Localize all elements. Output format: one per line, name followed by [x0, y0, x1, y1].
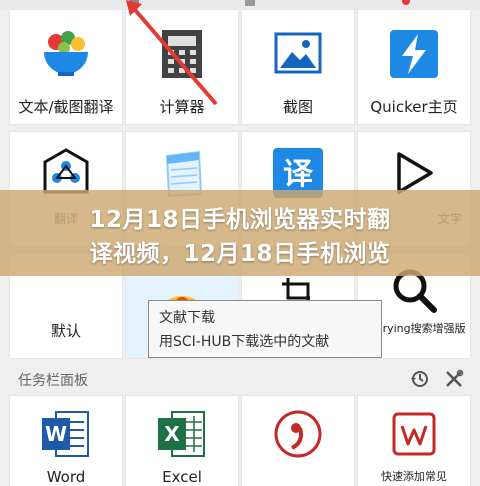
tools-icon[interactable] — [444, 369, 464, 389]
partial-icon — [245, 0, 255, 6]
tile-label: 截图 — [282, 98, 313, 116]
partial-icon — [402, 0, 410, 5]
tile-quicker-home[interactable]: Quicker主页 — [358, 10, 470, 124]
tile-quick-add[interactable]: 快速添加常见 — [358, 396, 470, 486]
taskbar-panel-header: 任务栏面板 — [0, 360, 480, 396]
banner-line-1: 12月18日手机浏览器实时翻 — [89, 207, 391, 233]
tile-screenshot[interactable]: 截图 — [242, 10, 354, 124]
section-title: 任务栏面板 — [18, 373, 88, 389]
tile-label: Word — [46, 468, 86, 486]
top-strip — [0, 0, 480, 10]
svg-text:W: W — [45, 422, 67, 446]
word-icon: W — [42, 411, 89, 457]
excel-icon: X — [158, 411, 205, 457]
tile-red-app[interactable] — [242, 396, 354, 486]
salad-bowl-icon — [44, 31, 88, 76]
tile-excel[interactable]: X Excel — [126, 396, 238, 486]
svg-text:译: 译 — [283, 157, 314, 192]
history-icon[interactable] — [410, 369, 430, 389]
wps-icon — [392, 412, 436, 456]
tooltip-title: 文献下载 — [159, 310, 215, 326]
image-icon — [274, 32, 322, 74]
tile-label: 快速添加常见 — [381, 470, 447, 483]
tile-label: Quicker主页 — [370, 98, 458, 116]
svg-text:X: X — [164, 422, 180, 446]
tile-label: 默认 — [50, 322, 81, 340]
tooltip: 文献下载 用SCI-HUB下载选中的文献 — [148, 300, 382, 358]
banner-line-2: 译视频，12月18日手机浏览 — [89, 241, 391, 267]
tile-label: Excel — [162, 468, 202, 486]
lightning-icon — [390, 30, 438, 78]
tile-text-screenshot-translate[interactable]: 文本/截图翻译 — [10, 10, 122, 124]
article-title-banner: 12月18日手机浏览器实时翻 译视频，12月18日手机浏览 — [0, 190, 480, 276]
red-arrow-annotation — [126, 0, 218, 106]
red-circle-icon — [274, 410, 322, 458]
tooltip-description: 用SCI-HUB下载选中的文献 — [159, 334, 330, 350]
tile-word[interactable]: W Word — [10, 396, 122, 486]
tile-label: 文本/截图翻译 — [18, 98, 114, 116]
